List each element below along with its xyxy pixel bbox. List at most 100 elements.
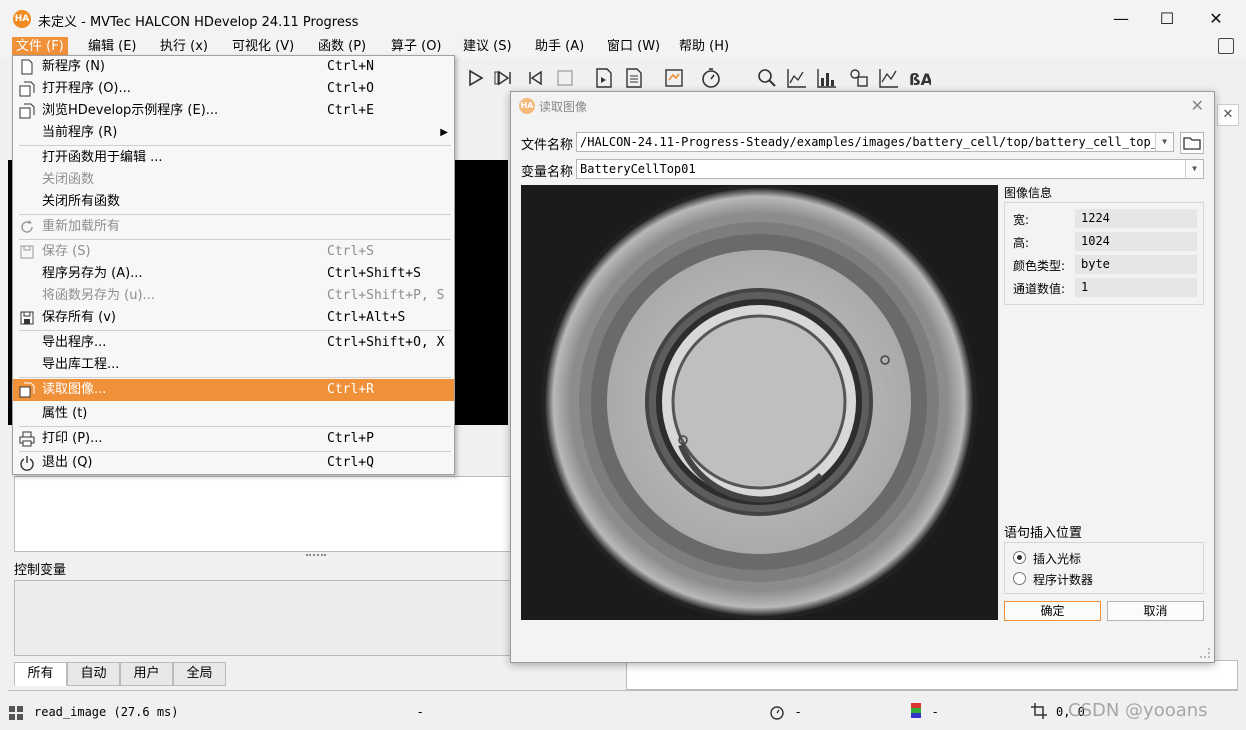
info-type-label: 颜色类型: bbox=[1013, 259, 1066, 273]
print-icon bbox=[19, 431, 35, 447]
menu-help[interactable]: 帮助 (H) bbox=[675, 37, 733, 57]
stop-icon[interactable] bbox=[553, 66, 577, 90]
cancel-button[interactable]: 取消 bbox=[1107, 601, 1204, 621]
radio-program-counter[interactable] bbox=[1013, 572, 1026, 585]
status-dash: - bbox=[418, 705, 423, 719]
file-name-combo[interactable]: /HALCON-24.11-Progress-Steady/examples/i… bbox=[576, 132, 1174, 152]
menu-procedures[interactable]: 函数 (P) bbox=[314, 37, 370, 57]
timer-icon[interactable] bbox=[699, 66, 723, 90]
menu-item-exit[interactable]: 退出 (Q) Ctrl+Q bbox=[13, 452, 454, 474]
gray-histogram-icon[interactable] bbox=[785, 66, 809, 90]
dialog-logo-icon: HA bbox=[519, 98, 535, 114]
close-icon[interactable]: ✕ bbox=[1217, 104, 1239, 126]
menu-execute[interactable]: 执行 (x) bbox=[156, 37, 212, 57]
menu-item-reload-all[interactable]: 重新加载所有 bbox=[13, 216, 454, 238]
chevron-down-icon[interactable]: ▼ bbox=[1155, 133, 1173, 151]
menu-item-close-all-procedures[interactable]: 关闭所有函数 bbox=[13, 191, 454, 213]
menu-item-close-procedure[interactable]: 关闭函数 bbox=[13, 169, 454, 191]
menu-item-save-all[interactable]: 保存所有 (v) Ctrl+Alt+S bbox=[13, 307, 454, 329]
radio-insert-cursor-label[interactable]: 插入光标 bbox=[1033, 550, 1081, 567]
grid-icon bbox=[9, 706, 23, 720]
close-button[interactable]: ✕ bbox=[1193, 6, 1239, 32]
browse-examples-icon bbox=[19, 103, 35, 119]
menu-item-export-program[interactable]: 导出程序... Ctrl+Shift+O, X bbox=[13, 332, 454, 354]
tab-all[interactable]: 所有 bbox=[14, 662, 67, 686]
info-height-value: 1024 bbox=[1075, 232, 1197, 251]
menu-operators[interactable]: 算子 (O) bbox=[387, 37, 446, 57]
insert-position-box: 插入光标 程序计数器 bbox=[1004, 542, 1204, 594]
insert-procedure-icon[interactable] bbox=[592, 66, 616, 90]
menu-separator bbox=[19, 239, 451, 240]
tab-auto[interactable]: 自动 bbox=[67, 662, 120, 686]
toolbar: ßA bbox=[455, 62, 955, 94]
ok-button[interactable]: 确定 bbox=[1004, 601, 1101, 621]
document-icon[interactable] bbox=[622, 66, 646, 90]
menu-separator bbox=[19, 377, 451, 378]
svg-text:ßA: ßA bbox=[909, 70, 931, 89]
menu-visualization[interactable]: 可视化 (V) bbox=[228, 37, 298, 57]
file-name-label: 文件名称 bbox=[521, 138, 574, 153]
minimize-button[interactable]: — bbox=[1098, 6, 1144, 32]
menu-item-save-program-as[interactable]: 程序另存为 (A)... Ctrl+Shift+S bbox=[13, 263, 454, 285]
menu-item-new-program[interactable]: 新程序 (N) Ctrl+N bbox=[13, 56, 454, 78]
image-info-box: 宽: 1224 高: 1024 颜色类型: byte 通道数值: 1 bbox=[1004, 202, 1204, 305]
browse-folder-button[interactable] bbox=[1180, 132, 1204, 154]
radio-program-counter-label[interactable]: 程序计数器 bbox=[1033, 571, 1093, 588]
ocr-font-icon[interactable]: ßA bbox=[907, 66, 931, 90]
tab-user[interactable]: 用户 bbox=[120, 662, 173, 686]
menu-item-open-procedure[interactable]: 打开函数用于编辑 ... bbox=[13, 147, 454, 169]
step-back-icon[interactable] bbox=[523, 66, 547, 90]
radio-insert-cursor[interactable] bbox=[1013, 551, 1026, 564]
feature-histogram-icon[interactable] bbox=[815, 66, 839, 90]
window-title: 未定义 - MVTec HALCON HDevelop 24.11 Progre… bbox=[38, 15, 359, 30]
color-channel-icon bbox=[911, 703, 921, 718]
variable-name-combo[interactable]: BatteryCellTop01 ▼ bbox=[576, 159, 1204, 179]
menu-item-save-procedure-as[interactable]: 将函数另存为 (u)... Ctrl+Shift+P, S bbox=[13, 285, 454, 307]
menu-assistants[interactable]: 助手 (A) bbox=[531, 37, 588, 57]
menu-item-print[interactable]: 打印 (P)... Ctrl+P bbox=[13, 428, 454, 450]
dialog-title: 读取图像 bbox=[539, 100, 588, 114]
right-panel[interactable] bbox=[626, 660, 1238, 690]
menu-window[interactable]: 窗口 (W) bbox=[603, 37, 664, 57]
control-variables-title: 控制变量 bbox=[14, 563, 67, 578]
feature-inspection-icon[interactable] bbox=[847, 66, 871, 90]
info-width-label: 宽: bbox=[1013, 213, 1030, 227]
menu-item-browse-examples[interactable]: 浏览HDevelop示例程序 (E)... Ctrl+E bbox=[13, 100, 454, 122]
menu-file[interactable]: 文件 (F) bbox=[12, 37, 68, 57]
image-info-title: 图像信息 bbox=[1004, 186, 1053, 200]
save-icon bbox=[20, 245, 34, 259]
menu-separator bbox=[19, 145, 451, 146]
menu-item-export-library[interactable]: 导出库工程... bbox=[13, 354, 454, 376]
panel-splitter[interactable] bbox=[306, 554, 326, 558]
menu-item-read-image[interactable]: 读取图像... Ctrl+R bbox=[13, 379, 454, 401]
menu-item-current-program[interactable]: 当前程序 (R) ▶ bbox=[13, 122, 454, 144]
file-menu: 新程序 (N) Ctrl+N 打开程序 (O)... Ctrl+O 浏览HDev… bbox=[12, 55, 455, 475]
line-profile-icon[interactable] bbox=[877, 66, 901, 90]
battery-cell-image bbox=[521, 185, 998, 620]
watermark: CSDN @yooans bbox=[1068, 700, 1208, 721]
menu-separator bbox=[19, 214, 451, 215]
menu-item-properties[interactable]: 属性 (t) bbox=[13, 403, 454, 425]
info-channels-value: 1 bbox=[1075, 278, 1197, 297]
menu-item-open-program[interactable]: 打开程序 (O)... Ctrl+O bbox=[13, 78, 454, 100]
zoom-icon[interactable] bbox=[755, 66, 779, 90]
dialog-close-button[interactable]: ✕ bbox=[1191, 96, 1204, 115]
menu-suggestions[interactable]: 建议 (S) bbox=[459, 37, 516, 57]
step-over-icon[interactable] bbox=[493, 66, 517, 90]
power-icon bbox=[20, 456, 34, 471]
variable-name-value: BatteryCellTop01 bbox=[580, 162, 696, 176]
pin-icon[interactable] bbox=[1218, 38, 1234, 54]
menu-separator bbox=[19, 330, 451, 331]
chevron-down-icon[interactable]: ▼ bbox=[1185, 160, 1203, 178]
activate-icon[interactable] bbox=[662, 66, 686, 90]
run-icon[interactable] bbox=[463, 66, 487, 90]
read-image-dialog: HA 读取图像 ✕ 文件名称 /HALCON-24.11-Progress-St… bbox=[510, 91, 1215, 663]
resize-grip-icon[interactable] bbox=[1200, 648, 1210, 658]
maximize-button[interactable]: ☐ bbox=[1144, 6, 1190, 32]
menu-item-save[interactable]: 保存 (S) Ctrl+S bbox=[13, 241, 454, 263]
status-message: read_image (27.6 ms) bbox=[34, 705, 179, 719]
status-bar: read_image (27.6 ms) - - - 0, 0 bbox=[0, 697, 1246, 730]
menu-edit[interactable]: 编辑 (E) bbox=[84, 37, 141, 57]
menu-separator bbox=[19, 426, 451, 427]
tab-global[interactable]: 全局 bbox=[173, 662, 226, 686]
